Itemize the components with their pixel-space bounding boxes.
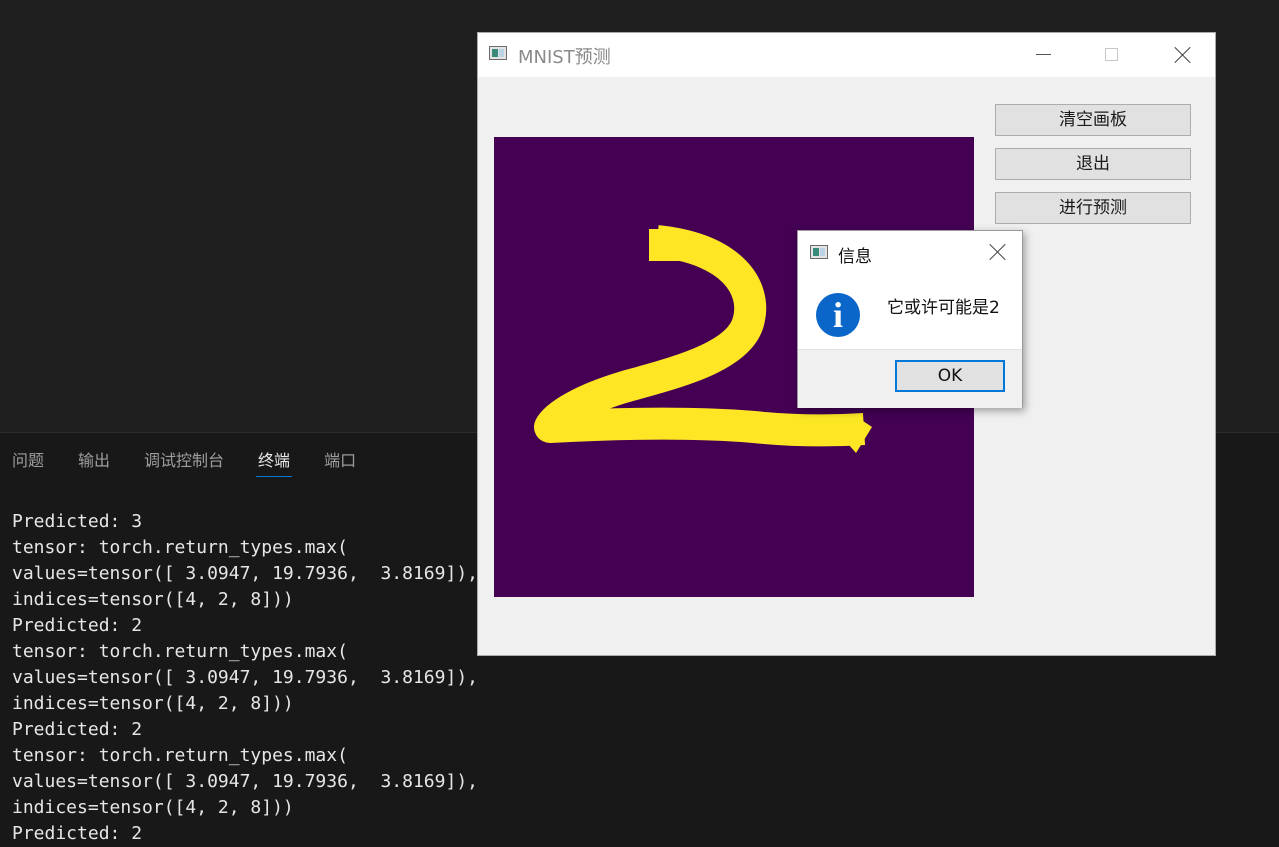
dialog-title: 信息 — [838, 247, 872, 267]
maximize-button[interactable] — [1088, 33, 1134, 77]
predict-button[interactable]: 进行预测 — [995, 192, 1191, 224]
close-icon — [1174, 46, 1192, 64]
app-icon — [489, 46, 507, 60]
terminal-line: Predicted: 2 — [12, 823, 143, 844]
terminal-line: values=tensor([ 3.0947, 19.7936, 3.8169]… — [12, 771, 478, 792]
tab-terminal[interactable]: 终端 — [256, 449, 293, 477]
terminal-line: indices=tensor([4, 2, 8])) — [12, 797, 294, 818]
minimize-button[interactable] — [1020, 33, 1066, 77]
tab-debug-console[interactable]: 调试控制台 — [144, 449, 224, 477]
dialog-app-icon — [810, 245, 828, 259]
info-dialog: 信息 i 它或许可能是2 OK — [797, 230, 1023, 408]
window-titlebar[interactable]: MNIST预测 — [478, 33, 1215, 77]
terminal-line: tensor: torch.return_types.max( — [12, 745, 348, 766]
exit-button[interactable]: 退出 — [995, 148, 1191, 180]
clear-canvas-button[interactable]: 清空画板 — [995, 104, 1191, 136]
panel-tabs: 问题 输出 调试控制台 终端 端口 — [12, 449, 390, 479]
maximize-icon — [1105, 48, 1118, 61]
terminal-line: Predicted: 2 — [12, 719, 143, 740]
tab-problems[interactable]: 问题 — [12, 449, 44, 477]
dialog-close-button[interactable] — [976, 231, 1022, 275]
window-title: MNIST预测 — [518, 47, 611, 68]
minimize-icon — [1036, 54, 1051, 55]
dialog-message: 它或许可能是2 — [887, 298, 1000, 318]
info-icon: i — [816, 293, 860, 337]
terminal-line: values=tensor([ 3.0947, 19.7936, 3.8169]… — [12, 667, 478, 688]
tab-output[interactable]: 输出 — [78, 449, 110, 477]
close-icon — [989, 243, 1007, 261]
dialog-footer: OK — [798, 349, 1022, 408]
close-button[interactable] — [1159, 33, 1205, 77]
terminal-line: indices=tensor([4, 2, 8])) — [12, 693, 294, 714]
tab-ports[interactable]: 端口 — [324, 449, 356, 477]
ok-button[interactable]: OK — [895, 360, 1005, 392]
